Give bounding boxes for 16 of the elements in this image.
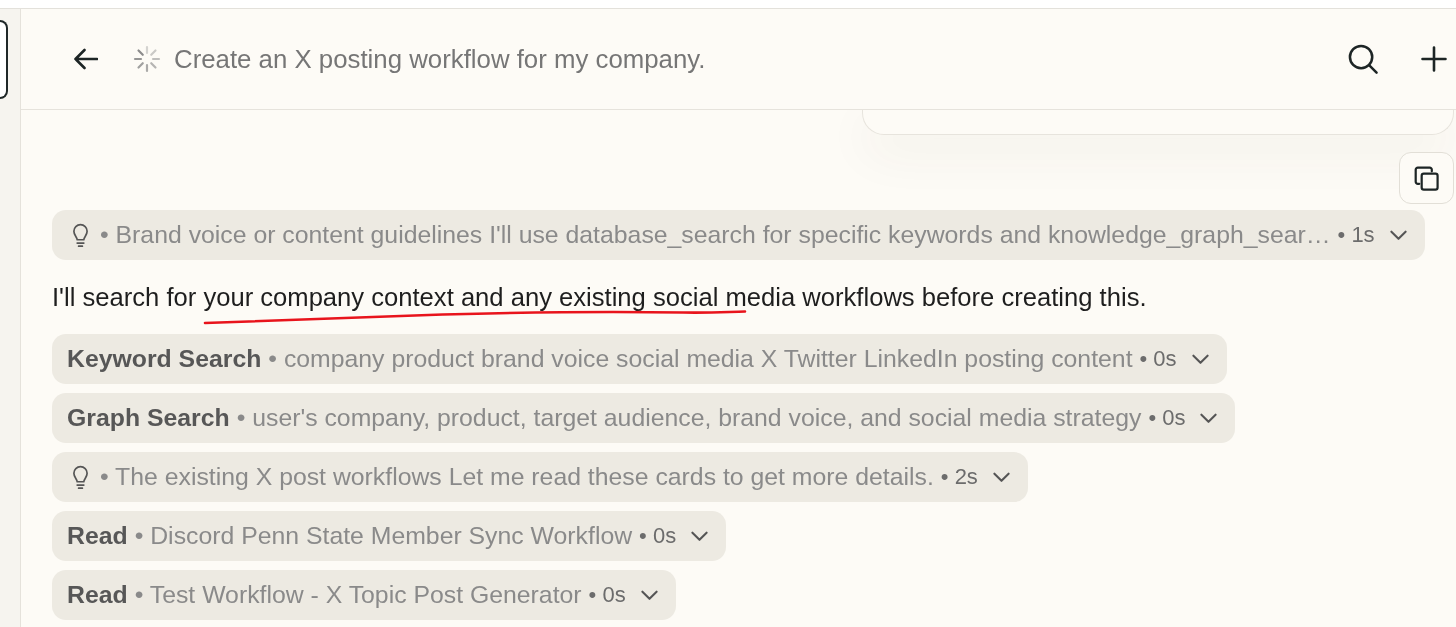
- sidebar-tile[interactable]: [0, 20, 8, 99]
- lightbulb-icon: [72, 222, 89, 248]
- chat-title: Create an X posting workflow for my company.: [174, 44, 706, 74]
- step-chip[interactable]: • Brand voice or content guidelines I'll use database_search for specific keywords and knowledge_graph_sear… • 1s: [52, 210, 1425, 260]
- step-chip[interactable]: Read • Test Workflow - X Topic Post Generator • 0s: [52, 570, 676, 620]
- plus-icon: [1421, 46, 1447, 72]
- copy-icon: [1413, 164, 1440, 192]
- step-chip[interactable]: Graph Search • user's company, product, target audience, brand voice, and social media strategy • 0s: [52, 393, 1236, 443]
- assistant-message: I'll search for your company context and any existing social media workflows before creating this.: [52, 284, 1147, 310]
- search-icon: [1347, 43, 1379, 75]
- copy-button[interactable]: [1399, 152, 1454, 204]
- step-chip[interactable]: Read • Discord Penn State Member Sync Workflow • 0s: [52, 511, 727, 561]
- step-chip[interactable]: • The existing X post workflows Let me read these cards to get more details. • 2s: [52, 452, 1028, 502]
- step-chip[interactable]: Keyword Search • company product brand voice social media X Twitter LinkedIn posting content • 0s: [52, 334, 1227, 384]
- lightbulb-icon: [72, 464, 89, 490]
- arrow-left-icon: [72, 48, 98, 70]
